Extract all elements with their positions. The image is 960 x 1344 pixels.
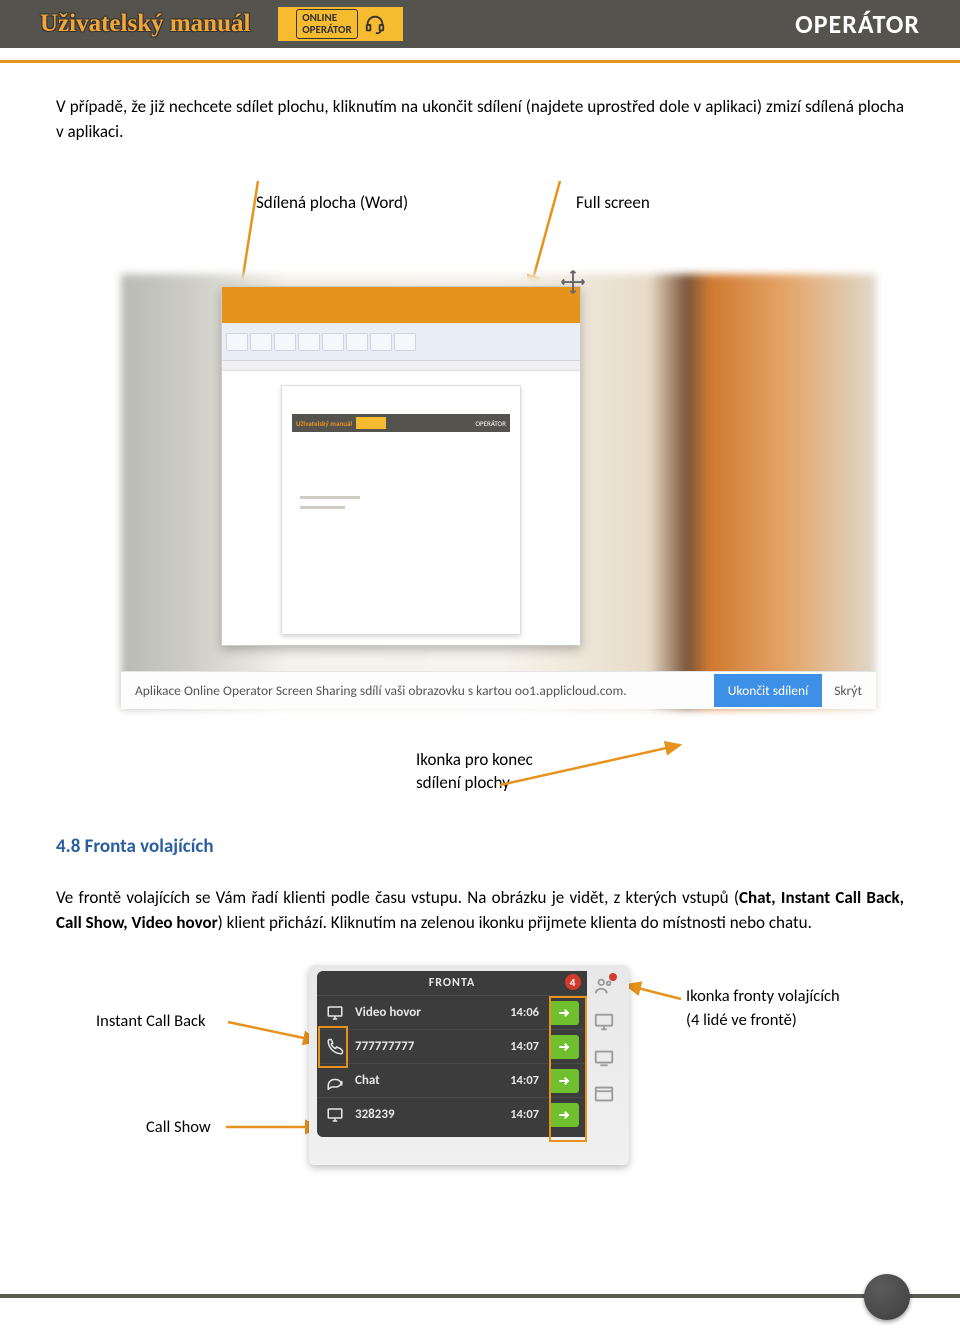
badge-line2: OPERÁTOR <box>302 24 351 36</box>
fronta-row-label: 777777777 <box>355 1039 414 1054</box>
ribbon-chip <box>250 333 272 351</box>
fronta-panel: FRONTA 4 Video hovor 14:06 777777777 14:… <box>317 971 587 1137</box>
header-bar: Uživatelský manuál ONLINE OPERÁTOR OPERÁ… <box>0 0 960 48</box>
screenshot-screen-sharing: Uživatelský manuál OPERÁTOR Aplikace Onl… <box>121 274 876 709</box>
mini-title: Uživatelský manuál <box>296 419 352 428</box>
ribbon-chip <box>226 333 248 351</box>
shared-orange-bar <box>222 287 580 323</box>
online-operator-badge: ONLINE OPERÁTOR <box>278 7 403 41</box>
share-info-text: Aplikace Online Operator Screen Sharing … <box>135 682 627 699</box>
stop-sharing-button[interactable]: Ukončit sdílení <box>714 674 822 707</box>
fronta-row: Chat 14:07 <box>317 1063 587 1097</box>
annotation-shared-word: Sdílená plocha (Word) <box>256 192 408 213</box>
shared-word-window: Uživatelský manuál OPERÁTOR <box>221 286 581 646</box>
fronta-row-label: Video hovor <box>355 1005 421 1020</box>
ribbon-chip <box>274 333 296 351</box>
fronta-count-badge: 4 <box>565 974 581 990</box>
p2-c: ) klient přichází. Kliknutím na zelenou … <box>218 912 812 933</box>
annot-line: sdílení plochy <box>416 772 904 795</box>
browser-icon[interactable] <box>593 1083 615 1105</box>
accept-button[interactable] <box>549 1069 579 1093</box>
fronta-head: FRONTA 4 <box>317 971 587 995</box>
page-indicator-circle <box>864 1274 910 1320</box>
side-toolbar <box>593 975 621 1105</box>
intro-paragraph: V případě, že již nechcete sdílet plochu… <box>56 95 904 144</box>
fronta-row: 328239 14:07 <box>317 1097 587 1131</box>
word-ruler <box>222 361 580 371</box>
annotation-call-show: Call Show <box>146 1117 211 1137</box>
hide-button[interactable]: Skrýt <box>834 682 862 699</box>
monitor-icon <box>325 1105 345 1125</box>
fronta-row-time: 14:07 <box>510 1073 539 1088</box>
mini-badge <box>356 417 386 429</box>
accept-button[interactable] <box>549 1103 579 1127</box>
accept-button[interactable] <box>549 1035 579 1059</box>
ribbon-chip <box>322 333 344 351</box>
section-heading: 4.8 Fronta volajících <box>56 835 904 858</box>
chat-icon <box>325 1071 345 1091</box>
annotation-queue-count: Ikonka fronty volajících (4 lidé ve fron… <box>686 985 846 1031</box>
people-icon[interactable] <box>593 975 615 997</box>
chrome-share-bar: Aplikace Online Operator Screen Sharing … <box>121 671 876 709</box>
text-line <box>300 506 345 509</box>
accept-button[interactable] <box>549 1001 579 1025</box>
fronta-widget: FRONTA 4 Video hovor 14:06 777777777 14:… <box>309 965 629 1165</box>
footer-bar <box>0 1294 960 1298</box>
move-handle-icon[interactable] <box>556 265 590 299</box>
ribbon-chip <box>394 333 416 351</box>
text-line <box>300 496 360 499</box>
screen-icon[interactable] <box>593 1047 615 1069</box>
monitor-icon <box>325 1003 345 1023</box>
ribbon-chip <box>346 333 368 351</box>
fronta-row-time: 14:07 <box>510 1039 539 1054</box>
phone-icon <box>325 1037 345 1057</box>
mini-header: Uživatelský manuál OPERÁTOR <box>292 414 510 432</box>
red-dot-indicator <box>609 973 617 981</box>
annot-line: Ikonka pro konec <box>416 749 904 772</box>
manual-title: Uživatelský manuál <box>40 10 250 38</box>
ribbon-chip <box>370 333 392 351</box>
annotation-instant-callback: Instant Call Back <box>96 1011 205 1031</box>
fronta-head-label: FRONTA <box>429 976 475 990</box>
fronta-row-label: 328239 <box>355 1107 395 1122</box>
header-role: OPERÁTOR <box>795 8 920 40</box>
fronta-row: Video hovor 14:06 <box>317 995 587 1029</box>
badge-text: ONLINE OPERÁTOR <box>296 9 357 38</box>
fronta-row-label: Chat <box>355 1073 380 1088</box>
fronta-row-time: 14:06 <box>510 1005 539 1020</box>
word-page: Uživatelský manuál OPERÁTOR <box>281 385 521 635</box>
annotation-stop-icon: Ikonka pro konec sdílení plochy <box>416 749 904 795</box>
ribbon-chip <box>298 333 320 351</box>
annotation-full-screen: Full screen <box>576 192 650 213</box>
mini-right: OPERÁTOR <box>475 419 506 428</box>
fronta-row: 777777777 14:07 <box>317 1029 587 1063</box>
headset-icon <box>364 13 386 35</box>
word-ribbon <box>222 323 580 361</box>
fronta-area: Instant Call Back Call Show Ikonka front… <box>56 965 904 1185</box>
fronta-row-time: 14:07 <box>510 1107 539 1122</box>
monitor-icon[interactable] <box>593 1011 615 1033</box>
section-paragraph: Ve frontě volajících se Vám řadí klienti… <box>56 886 904 935</box>
p2-a: Ve frontě volajících se Vám řadí klienti… <box>56 887 739 908</box>
